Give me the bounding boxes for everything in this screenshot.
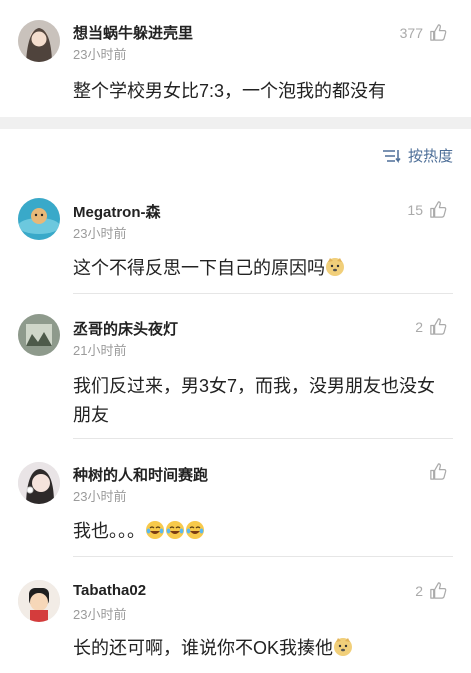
comment-text: 这个不得反思一下自己的原因吗 <box>73 254 443 283</box>
like-count: 2 <box>415 582 423 599</box>
commenter-name[interactable]: Megatron-森 <box>73 201 161 222</box>
commenter-name[interactable]: 种树的人和时间赛跑 <box>73 464 208 485</box>
like-count: 15 <box>407 201 423 218</box>
like-button[interactable]: 2 <box>415 581 447 600</box>
thumbs-up-icon <box>430 463 447 480</box>
doge-emoji-icon <box>334 638 353 656</box>
like-button[interactable]: 377 <box>400 23 447 42</box>
comment-text-body: 长的还可啊，谁说你不OK我揍他 <box>73 638 334 658</box>
comment-text-body: 这个不得反思一下自己的原因吗 <box>73 258 325 278</box>
comment-time: 23小时前 <box>73 607 127 622</box>
comment-text: 整个学校男女比7:3，一个泡我的都没有 <box>73 81 387 101</box>
comment-text-body: 我也。。。 <box>73 521 145 541</box>
avatar[interactable] <box>18 580 60 622</box>
laugh-cry-emoji-icon <box>186 521 204 539</box>
comment-text: 我们反过来，男3女7，而我，没男朋友也没女朋友 <box>73 376 436 425</box>
section-divider <box>0 117 471 129</box>
commenter-name[interactable]: 想当蜗牛躲进壳里 <box>73 22 193 43</box>
commenter-name[interactable]: Tabatha02 <box>73 582 146 599</box>
sort-icon <box>382 149 401 163</box>
avatar[interactable] <box>18 20 60 62</box>
like-count: 2 <box>415 318 423 335</box>
like-button[interactable]: 2 <box>415 317 447 336</box>
thumbs-up-icon <box>430 582 447 599</box>
top-comment: 想当蜗牛躲进壳里 23小时前 377 整个学校男女比7:3，一个泡我的都没有 <box>0 0 471 117</box>
thumbs-up-icon <box>430 24 447 41</box>
comment-time: 21小时前 <box>73 343 127 358</box>
laugh-cry-emoji-icon <box>146 521 164 539</box>
sort-label: 按热度 <box>407 148 453 165</box>
laugh-cry-emoji-icon <box>166 521 184 539</box>
comment-item: 丞哥的床头夜灯 21小时前 2 我们反过来，男3女7，而我，没男朋友也没女朋友 <box>0 294 471 439</box>
thumbs-up-icon <box>430 201 447 218</box>
comment-time: 23小时前 <box>73 226 127 241</box>
comment-item: Megatron-森 23小时前 15 这个不得反思一下自己的原因吗 <box>0 180 471 294</box>
like-button[interactable] <box>423 462 447 481</box>
comment-text: 长的还可啊，谁说你不OK我揍他 <box>73 634 443 663</box>
commenter-name[interactable]: 丞哥的床头夜灯 <box>73 318 178 339</box>
doge-emoji-icon <box>326 258 344 276</box>
comment-time: 23小时前 <box>73 47 127 62</box>
avatar[interactable] <box>18 198 60 240</box>
comment-time: 23小时前 <box>73 489 127 504</box>
avatar[interactable] <box>18 462 60 504</box>
comment-item: Tabatha02 23小时前 2 长的还可啊，谁说你不OK我揍他 <box>0 557 471 673</box>
like-count: 377 <box>399 24 423 41</box>
thumbs-up-icon <box>430 318 447 335</box>
sort-by-hot-button[interactable]: 按热度 <box>382 145 453 166</box>
avatar[interactable] <box>18 314 60 356</box>
comment-item: 种树的人和时间赛跑 23小时前 我也。。。 <box>0 439 471 557</box>
like-button[interactable]: 15 <box>407 200 447 219</box>
comment-text: 我也。。。 <box>73 517 443 546</box>
